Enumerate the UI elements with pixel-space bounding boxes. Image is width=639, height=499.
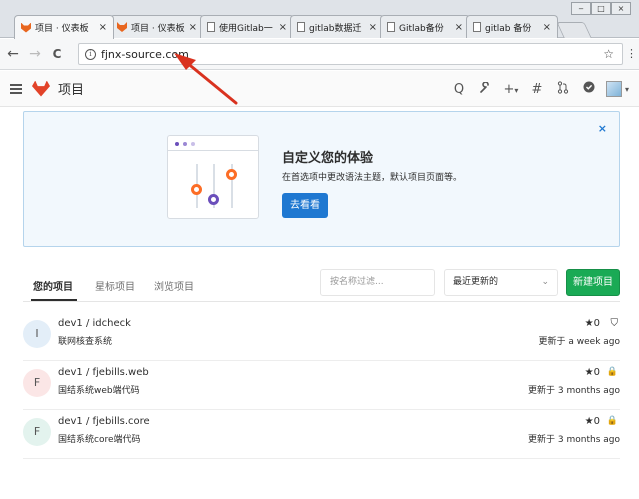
customize-illustration <box>167 135 259 219</box>
project-row[interactable]: F dev1 / fjebills.core 国结系统core端代码 ★0 🔒 … <box>23 411 620 459</box>
project-avatar[interactable]: I <box>23 320 51 348</box>
project-name-link[interactable]: dev1 / fjebills.web <box>58 367 149 378</box>
info-icon[interactable]: i <box>85 48 96 60</box>
check-it-out-button[interactable]: 去看看 <box>282 193 328 218</box>
plus-glyph: + <box>503 81 515 97</box>
browser-tab-label: 项目 · 仪表板 <box>35 24 89 34</box>
new-project-button[interactable]: 新建项目 <box>566 269 620 296</box>
updated-time: 更新于 a week ago <box>538 337 620 347</box>
project-row[interactable]: I dev1 / idcheck 联网核查系统 ★0 ⛉ 更新于 a week … <box>23 313 620 361</box>
document-icon <box>207 22 215 32</box>
active-tab-underline <box>31 299 77 301</box>
bookmark-star-icon[interactable]: ☆ <box>603 47 614 61</box>
illustration-dot <box>175 142 179 146</box>
illustration-dot <box>191 142 195 146</box>
slider-knob-icon <box>226 169 237 180</box>
browser-tab-4[interactable]: Gitlab备份 × <box>380 15 470 38</box>
filter-by-name-input[interactable]: 按名称过滤... <box>320 269 435 296</box>
chevron-down-icon: ⌄ <box>541 277 549 287</box>
customize-banner: × 自定义您的体验 在首选项中更改语法主题，默认项目页面等。 去看看 <box>23 111 620 247</box>
gitlab-header: 项目 Q +▾ # ▾ <box>0 71 639 107</box>
gitlab-fox-icon <box>21 22 31 33</box>
project-name-link[interactable]: dev1 / fjebills.core <box>58 416 150 427</box>
tab-close-icon[interactable]: × <box>543 22 551 33</box>
tab-close-icon[interactable]: × <box>189 22 197 33</box>
browser-menu-icon[interactable]: ⋮ <box>626 47 637 60</box>
project-description: 国结系统web端代码 <box>58 386 140 396</box>
address-bar[interactable]: i fjnx-source.com ☆ <box>78 43 623 65</box>
project-avatar[interactable]: F <box>23 369 51 397</box>
star-count: ★0 <box>584 416 600 427</box>
browser-tab-5[interactable]: gitlab 备份 × <box>466 15 558 38</box>
browser-tab-label: gitlab 备份 <box>485 23 532 34</box>
window-close-button[interactable]: × <box>611 2 631 15</box>
updated-time: 更新于 3 months ago <box>528 435 620 445</box>
lock-icon: 🔒 <box>606 416 618 426</box>
star-count: ★0 <box>584 318 600 329</box>
hash-icon[interactable]: # <box>524 82 550 97</box>
document-icon <box>473 22 481 32</box>
project-description: 联网核查系统 <box>58 337 113 347</box>
sort-value: 最近更新的 <box>453 277 499 287</box>
forward-arrow-icon[interactable]: → <box>26 46 44 62</box>
project-description: 国结系统core端代码 <box>58 435 141 445</box>
tab-close-icon[interactable]: × <box>455 22 463 33</box>
project-name-link[interactable]: dev1 / idcheck <box>58 318 131 329</box>
search-icon[interactable]: Q <box>446 82 472 97</box>
star-count: ★0 <box>584 367 600 378</box>
tab-close-icon[interactable]: × <box>99 22 107 33</box>
tab-explore-projects[interactable]: 浏览项目 <box>154 278 194 293</box>
merge-request-icon[interactable] <box>550 80 576 98</box>
browser-toolbar: ← → C i fjnx-source.com ☆ ⋮ <box>0 39 639 70</box>
window-controls: ‒ □ × <box>571 2 631 15</box>
illustration-dot <box>183 142 187 146</box>
projects-nav: 您的项目 星标项目 浏览项目 按名称过滤... 最近更新的 ⌄ 新建项目 <box>23 266 620 302</box>
browser-tab-strip: 项目 · 仪表板 × 项目 · 仪表板 × 使用Gitlab一 × gitlab… <box>0 0 639 39</box>
wrench-icon[interactable] <box>472 80 498 97</box>
avatar[interactable] <box>605 81 622 97</box>
banner-title: 自定义您的体验 <box>282 151 374 166</box>
tab-close-icon[interactable]: × <box>369 22 377 33</box>
todo-check-icon[interactable] <box>576 81 602 97</box>
illustration-window-bar <box>168 136 258 151</box>
browser-tab-1[interactable]: 项目 · 仪表板 × <box>110 15 204 38</box>
hamburger-menu-icon[interactable] <box>10 83 22 94</box>
browser-tab-label: gitlab数据迁 <box>309 23 362 34</box>
page-title: 项目 <box>58 83 85 98</box>
plus-caret-icon: ▾ <box>514 85 519 95</box>
slider-knob-icon <box>208 194 219 205</box>
tab-starred-projects[interactable]: 星标项目 <box>95 278 135 293</box>
sort-dropdown[interactable]: 最近更新的 ⌄ <box>444 269 558 296</box>
plus-icon[interactable]: +▾ <box>498 82 524 97</box>
project-row[interactable]: F dev1 / fjebills.web 国结系统web端代码 ★0 🔒 更新… <box>23 362 620 410</box>
document-icon <box>297 22 305 32</box>
maximize-button[interactable]: □ <box>591 2 611 15</box>
close-icon[interactable]: × <box>598 122 607 135</box>
reload-icon[interactable]: C <box>48 47 66 61</box>
gitlab-logo-icon[interactable] <box>32 80 50 97</box>
minimize-button[interactable]: ‒ <box>571 2 591 15</box>
browser-tab-label: 项目 · 仪表板 <box>131 23 185 34</box>
browser-tab-label: Gitlab备份 <box>399 23 444 34</box>
document-icon <box>387 22 395 32</box>
banner-text: 在首选项中更改语法主题，默认项目页面等。 <box>282 173 463 183</box>
url-text: fjnx-source.com <box>101 47 189 61</box>
updated-time: 更新于 3 months ago <box>528 386 620 396</box>
back-arrow-icon[interactable]: ← <box>4 46 22 62</box>
browser-tab-2[interactable]: 使用Gitlab一 × <box>200 15 294 38</box>
lock-icon: 🔒 <box>606 367 618 377</box>
browser-tab-3[interactable]: gitlab数据迁 × <box>290 15 384 38</box>
tab-your-projects[interactable]: 您的项目 <box>33 278 73 293</box>
project-avatar[interactable]: F <box>23 418 51 446</box>
slider-knob-icon <box>191 184 202 195</box>
new-tab-button[interactable] <box>556 22 592 38</box>
tab-close-icon[interactable]: × <box>279 22 287 33</box>
shield-icon: ⛉ <box>610 318 619 329</box>
header-icons: Q +▾ # ▾ <box>446 71 629 107</box>
gitlab-fox-icon <box>117 22 127 32</box>
avatar-caret-icon[interactable]: ▾ <box>625 85 629 94</box>
browser-tab-label: 使用Gitlab一 <box>219 23 273 34</box>
browser-tab-0[interactable]: 项目 · 仪表板 × <box>14 15 114 39</box>
